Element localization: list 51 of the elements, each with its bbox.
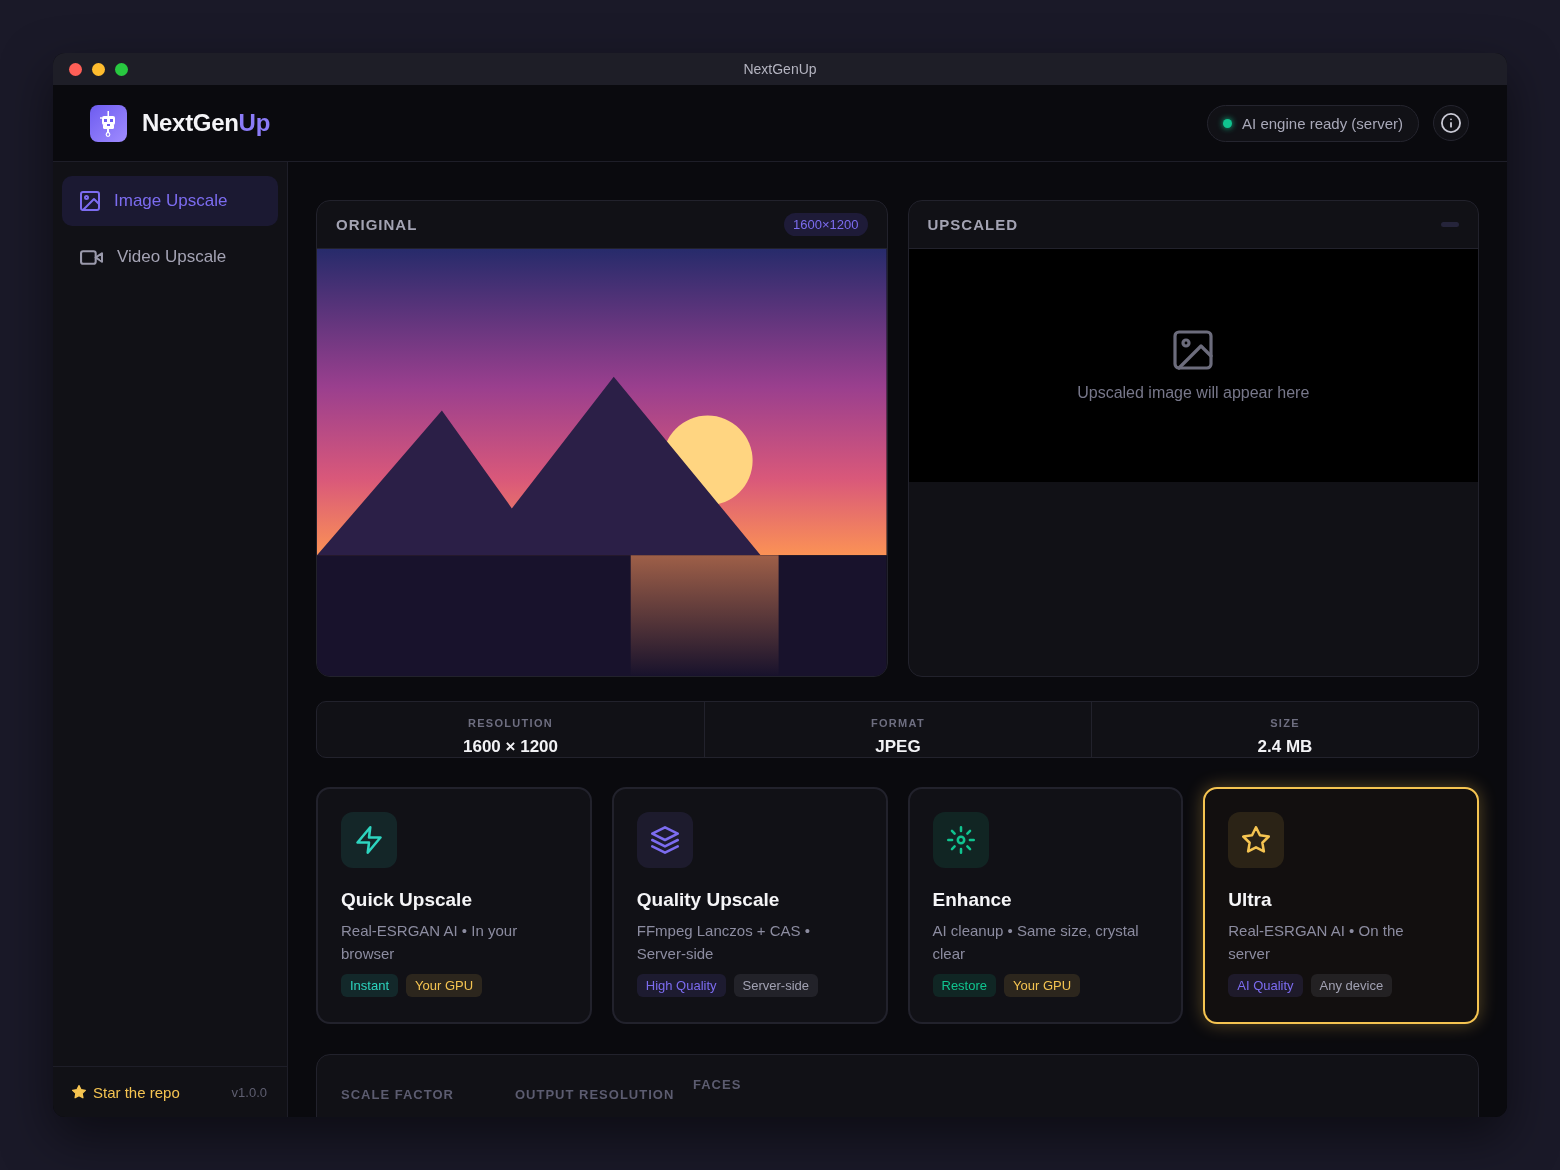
version-label: v1.0.0 <box>231 1084 267 1100</box>
mode-card[interactable]: Enhance AI cleanup • Same size, crystal clear Restore Your GPU <box>907 787 1184 1024</box>
info-button[interactable] <box>1433 105 1469 141</box>
tag: Your GPU <box>406 974 483 997</box>
setting-label: FACES <box>693 1077 742 1092</box>
window-title: NextGenUp <box>743 61 817 77</box>
tag: Server-side <box>733 974 819 997</box>
sidebar-item[interactable]: Image Upscale <box>62 176 278 226</box>
mode-description: Real-ESRGAN AI • On the server <box>1228 921 1405 964</box>
mode-title: Quick Upscale <box>341 889 473 911</box>
logo-icon <box>90 104 127 142</box>
mode-title: Ultra <box>1228 889 1273 911</box>
star-icon <box>72 1085 86 1099</box>
mode-title: Quality Upscale <box>636 889 781 911</box>
stat-value: 2.4 MB <box>1257 737 1313 757</box>
dash-icon <box>1441 222 1459 227</box>
minimize-button[interactable] <box>92 62 105 76</box>
star-repo-link[interactable]: Star the repo <box>93 1083 180 1101</box>
tag: Restore <box>932 974 997 997</box>
empty-state-text: Upscaled image will appear here <box>1077 383 1310 402</box>
tag: Instant <box>341 974 399 997</box>
image-icon <box>80 191 100 211</box>
stat-label: SIZE <box>1270 717 1300 729</box>
tag: Any device <box>1310 974 1393 997</box>
mode-card[interactable]: Quick Upscale Real-ESRGAN AI • In your browser Instant Your GPU <box>316 787 592 1024</box>
dimension-badge: 1600×1200 <box>784 213 868 236</box>
tag: Your GPU <box>1004 974 1081 997</box>
mode-description: Real-ESRGAN AI • In your browser <box>341 921 519 964</box>
mode-title: Enhance <box>932 889 1013 911</box>
maximize-button[interactable] <box>115 62 128 76</box>
stat-value: 1600 × 1200 <box>463 737 558 757</box>
stat-value: JPEG <box>875 737 921 757</box>
tag: AI Quality <box>1228 974 1303 997</box>
sidebar-item[interactable]: Video Upscale <box>62 232 278 282</box>
video-camera-icon <box>80 249 103 265</box>
panel-title: ORIGINAL <box>336 216 418 233</box>
close-button[interactable] <box>69 62 82 76</box>
app-name: NextGenUp <box>142 109 270 137</box>
mode-description: FFmpeg Lanczos + CAS • Server-side <box>636 921 811 964</box>
stat-label: RESOLUTION <box>467 717 554 729</box>
mode-card[interactable]: Ultra Real-ESRGAN AI • On the server AI Quality Any device <box>1203 787 1479 1024</box>
status-text: AI engine ready (server) <box>1242 114 1403 132</box>
panel-title: UPSCALED <box>927 216 1018 233</box>
setting-label: SCALE FACTOR <box>341 1087 455 1102</box>
stat-label: FORMAT <box>871 717 925 729</box>
mode-card[interactable]: Quality Upscale FFmpeg Lanczos + CAS • Server-side High Quality Server-side <box>611 787 888 1024</box>
mode-description: AI cleanup • Same size, crystal clear <box>932 921 1140 964</box>
setting-label: OUTPUT RESOLUTION <box>515 1087 676 1102</box>
tag: High Quality <box>636 974 726 997</box>
image-icon <box>1173 329 1214 370</box>
info-icon <box>1441 113 1461 133</box>
